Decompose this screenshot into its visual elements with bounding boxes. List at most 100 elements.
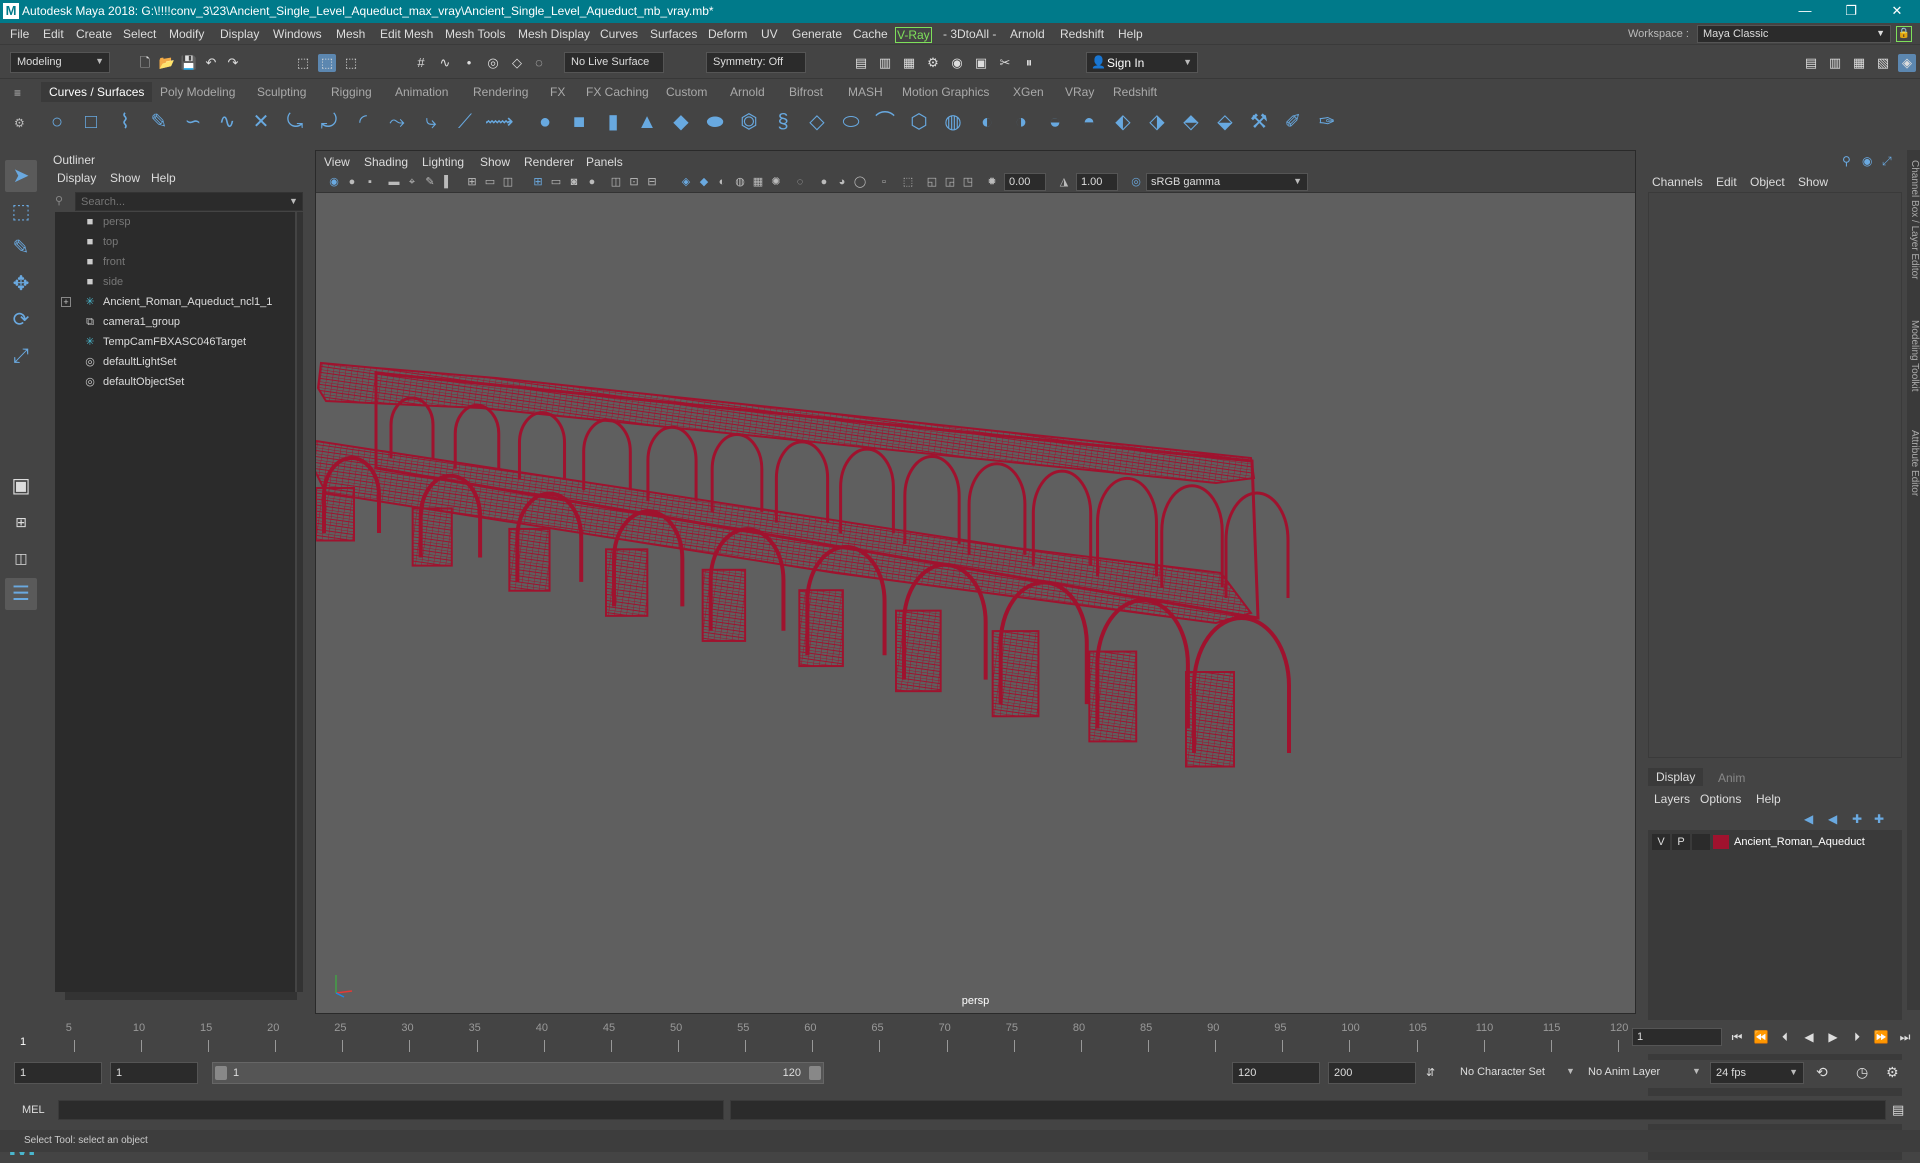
camera-attributes-icon[interactable]: ◯: [852, 174, 868, 190]
tools-icon[interactable]: ✂: [996, 54, 1014, 72]
layer-row[interactable]: V P Ancient_Roman_Aqueduct: [1648, 832, 1902, 852]
paint-select-tool-icon[interactable]: ✎: [5, 232, 37, 264]
mode-dropdown[interactable]: Modeling ▼: [10, 52, 110, 73]
shelf-settings-icon[interactable]: ⚙: [14, 116, 28, 136]
fillet-surface-icon[interactable]: ⬙: [1211, 108, 1239, 136]
shelf-tab-mash[interactable]: MASH: [848, 85, 883, 99]
snap-view-icon[interactable]: ◎: [484, 54, 502, 72]
curve-rebuild-icon[interactable]: ⤳: [383, 108, 411, 136]
revolve-icon[interactable]: ⏣: [735, 108, 763, 136]
backface-culling-icon[interactable]: ◲: [942, 174, 958, 190]
default-material-icon[interactable]: ●: [584, 174, 600, 190]
planar-icon[interactable]: ◇: [803, 108, 831, 136]
step-forward-key-icon[interactable]: ⏩: [1872, 1028, 1890, 1046]
nurbs-sphere-icon[interactable]: ●: [531, 108, 559, 136]
curve-fillet-icon[interactable]: ⤿: [281, 108, 309, 136]
outliner-item-default-light-set[interactable]: ◎ defaultLightSet: [55, 352, 295, 372]
outliner-menu-show[interactable]: Show: [110, 171, 140, 185]
shelf-tab-arnold[interactable]: Arnold: [730, 85, 765, 99]
select-object-icon[interactable]: ⬚: [318, 54, 336, 72]
render-view-icon[interactable]: ▣: [972, 54, 990, 72]
viewport-menu-renderer[interactable]: Renderer: [524, 155, 574, 169]
fps-dropdown[interactable]: 24 fps ▼: [1710, 1062, 1804, 1084]
outliner-item-side[interactable]: ■ side: [55, 272, 295, 292]
playback-start-field[interactable]: 1: [110, 1062, 198, 1084]
pencil-curve-icon[interactable]: ✎: [145, 108, 173, 136]
playback-end-field[interactable]: 120: [1232, 1062, 1320, 1084]
save-scene-icon[interactable]: 💾: [180, 54, 198, 72]
menu-3dtoall[interactable]: - 3DtoAll -: [943, 27, 996, 41]
intersect-surface-icon[interactable]: ◒: [1041, 108, 1069, 136]
filter-icon[interactable]: ⚲: [55, 194, 69, 208]
menu-edit-mesh[interactable]: Edit Mesh: [380, 27, 433, 41]
chevron-down-icon[interactable]: ▼: [289, 196, 298, 206]
viewport-menu-view[interactable]: View: [324, 155, 350, 169]
menu-windows[interactable]: Windows: [273, 27, 322, 41]
step-back-frame-icon[interactable]: ⏴: [1776, 1028, 1794, 1046]
snap-point-icon[interactable]: •: [460, 54, 478, 72]
viewport-panel[interactable]: View Shading Lighting Show Renderer Pane…: [315, 150, 1636, 1014]
shelf-tab-redshift[interactable]: Redshift: [1113, 85, 1157, 99]
outliner-menu-display[interactable]: Display: [57, 171, 96, 185]
side-tab-modeling-toolkit[interactable]: Modeling Toolkit: [1907, 320, 1920, 392]
rotate-tool-icon[interactable]: ⟳: [5, 304, 37, 336]
undo-icon[interactable]: ↶: [202, 54, 220, 72]
shelf-tab-bifrost[interactable]: Bifrost: [789, 85, 823, 99]
menu-vray[interactable]: V-Ray: [895, 27, 932, 43]
single-perspective-layout-icon[interactable]: ▣: [5, 470, 37, 502]
resolution-gate-icon[interactable]: ◫: [500, 174, 516, 190]
untrim-icon[interactable]: ⬖: [1109, 108, 1137, 136]
new-layer-selected-icon[interactable]: ✚: [1874, 812, 1884, 826]
extrude-icon[interactable]: ⬭: [837, 108, 865, 136]
loft-icon[interactable]: §: [769, 108, 797, 136]
surface-edit-icon[interactable]: ✑: [1313, 108, 1341, 136]
shelf-tab-sculpting[interactable]: Sculpting: [257, 85, 306, 99]
ep-curve-icon[interactable]: ⌇: [111, 108, 139, 136]
tool-settings-toggle-icon[interactable]: ⤢: [1882, 154, 1892, 169]
wireframe-on-shaded-icon[interactable]: ◙: [566, 174, 582, 190]
field-chart-icon[interactable]: ◳: [960, 174, 976, 190]
color-space-dropdown[interactable]: sRGB gamma ▼: [1146, 173, 1308, 191]
select-component-icon[interactable]: ⬚: [342, 54, 360, 72]
viewport-menu-panels[interactable]: Panels: [586, 155, 623, 169]
snap-curve-icon[interactable]: ∿: [436, 54, 454, 72]
attribute-editor-icon[interactable]: ▥: [1826, 54, 1844, 72]
select-tool-icon[interactable]: ➤: [5, 160, 37, 192]
channel-box-area[interactable]: [1648, 192, 1902, 758]
move-tool-icon[interactable]: ✥: [5, 268, 37, 300]
menu-mesh-display[interactable]: Mesh Display: [518, 27, 590, 41]
options-menu[interactable]: Options: [1700, 792, 1741, 806]
step-back-key-icon[interactable]: ⏪: [1752, 1028, 1770, 1046]
layer-playback-toggle[interactable]: P: [1672, 834, 1690, 850]
outliner-horizontal-scrollbar[interactable]: [65, 992, 297, 1000]
channels-menu[interactable]: Channels: [1652, 175, 1703, 189]
bevel-icon[interactable]: ◐: [973, 108, 1001, 136]
time-slider-track[interactable]: 1 5 10 15 20 25 30 35 40 45 50 55 60 65 70 75 80 85 90 95 1…: [20, 1020, 1628, 1054]
film-gate-icon[interactable]: ▭: [482, 174, 498, 190]
shelf-tab-rigging[interactable]: Rigging: [331, 85, 372, 99]
redo-icon[interactable]: ↷: [224, 54, 242, 72]
curve-arc-icon[interactable]: ◜: [349, 108, 377, 136]
shelf-tab-rendering[interactable]: Rendering: [473, 85, 528, 99]
select-camera-icon[interactable]: ◉: [326, 174, 342, 190]
range-start-handle[interactable]: [215, 1066, 227, 1080]
menu-arnold[interactable]: Arnold: [1010, 27, 1045, 41]
step-forward-frame-icon[interactable]: ⏵: [1848, 1028, 1866, 1046]
snap-grid-icon[interactable]: #: [412, 54, 430, 72]
isolate-select-icon[interactable]: ◈: [678, 174, 694, 190]
2d-pan-zoom-icon[interactable]: ⌖: [404, 174, 420, 190]
render-sequence-icon[interactable]: ▥: [876, 54, 894, 72]
go-to-start-icon[interactable]: ⏮: [1728, 1028, 1746, 1046]
range-end-handle[interactable]: [809, 1066, 821, 1080]
attribute-editor-toggle-icon[interactable]: ◉: [1862, 154, 1872, 168]
nurbs-circle-icon[interactable]: ○: [43, 108, 71, 136]
layer-display-type-toggle[interactable]: [1692, 834, 1710, 850]
hud-icon[interactable]: ▫: [876, 174, 892, 190]
shelf-menu-icon[interactable]: ≡: [14, 86, 28, 106]
curve-project-icon[interactable]: ⟋: [451, 108, 479, 136]
outliner-item-persp[interactable]: ■ persp: [55, 212, 295, 232]
sculpt-icon[interactable]: ✐: [1279, 108, 1307, 136]
viewport-menu-shading[interactable]: Shading: [364, 155, 408, 169]
color-management-icon[interactable]: ◎: [1128, 174, 1144, 190]
attach-surface-icon[interactable]: ⬗: [1143, 108, 1171, 136]
